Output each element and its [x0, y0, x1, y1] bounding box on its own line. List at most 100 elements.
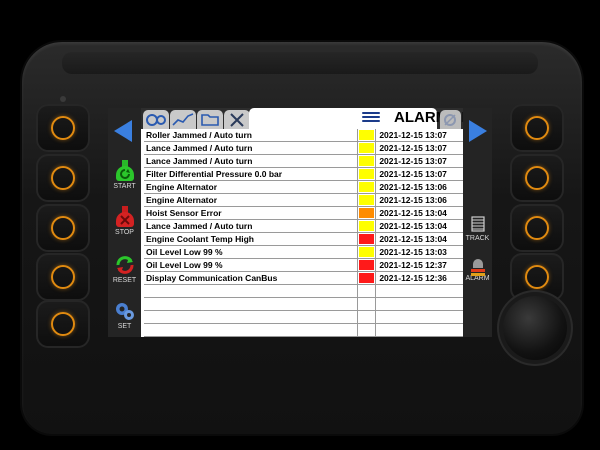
hw-button-left-2[interactable] [36, 154, 90, 202]
alarm-table-container: Roller Jammed / Auto turn 2021-12-15 13:0… [141, 129, 463, 337]
alarm-timestamp: 2021-12-15 13:04 [375, 232, 463, 246]
table-row[interactable]: Oil Level Low 99 % 2021-12-15 12:37 [144, 258, 463, 272]
gears-icon [114, 300, 136, 322]
table-row[interactable]: Display Communication CanBus 2021-12-15 1… [144, 271, 463, 285]
table-row[interactable]: Engine Alternator 2021-12-15 13:06 [144, 180, 463, 194]
folder-icon [201, 114, 219, 126]
alarm-timestamp: 2021-12-15 13:07 [375, 154, 463, 168]
hw-button-right-2[interactable] [510, 154, 564, 202]
severity-swatch [359, 169, 375, 179]
empty-row [144, 297, 463, 311]
ring-icon [51, 312, 75, 336]
disabled-gear-icon [444, 114, 456, 126]
severity-swatch [359, 195, 375, 205]
alarm-message: Oil Level Low 99 % [144, 245, 359, 259]
ring-icon [525, 166, 549, 190]
alarm-message: Lance Jammed / Auto turn [144, 219, 359, 233]
hw-button-left-1[interactable] [36, 104, 90, 152]
alarm-timestamp: 2021-12-15 13:04 [375, 206, 463, 220]
severity-swatch [359, 208, 375, 218]
start-icon [114, 160, 136, 182]
empty-row [144, 284, 463, 298]
alarm-bell-icon [468, 254, 488, 276]
hw-button-left-3[interactable] [36, 204, 90, 252]
tab-trend[interactable] [170, 110, 196, 129]
hw-button-right-4[interactable] [510, 253, 564, 301]
severity-indicator [357, 167, 377, 181]
severity-swatch [359, 182, 375, 192]
table-row[interactable]: Engine Coolant Temp High 2021-12-15 13:04 [144, 232, 463, 246]
alarm-timestamp: 2021-12-15 13:04 [375, 219, 463, 233]
ring-icon [51, 166, 75, 190]
hw-button-left-4[interactable] [36, 253, 90, 301]
table-row[interactable]: Oil Level Low 99 % 2021-12-15 13:03 [144, 245, 463, 259]
alarm-message: Lance Jammed / Auto turn [144, 141, 359, 155]
hw-button-left-5[interactable] [36, 300, 90, 348]
empty-row [144, 323, 463, 337]
alarm-message: Display Communication CanBus [144, 271, 359, 285]
right-softkey-panel: TRACK ALARM [463, 108, 492, 337]
ring-icon [525, 116, 549, 140]
table-row[interactable]: Roller Jammed / Auto turn 2021-12-15 13:0… [144, 129, 463, 142]
tab-tools[interactable] [224, 110, 250, 129]
severity-swatch [359, 260, 375, 270]
arrow-left-icon[interactable] [114, 120, 132, 142]
tab-alarm-list[interactable]: ALARM LIST [249, 108, 485, 129]
track-softkey[interactable]: TRACK [463, 214, 492, 242]
trend-chart-icon [172, 113, 194, 126]
alarm-message: Filter Differential Pressure 0.0 bar [144, 167, 359, 181]
severity-indicator [357, 232, 377, 246]
arrow-right-icon[interactable] [469, 120, 487, 142]
severity-indicator [357, 271, 377, 285]
ring-icon [51, 265, 75, 289]
alarm-timestamp: 2021-12-15 12:37 [375, 258, 463, 272]
alarm-timestamp: 2021-12-15 13:07 [375, 129, 463, 142]
empty-row [144, 310, 463, 324]
severity-indicator [357, 180, 377, 194]
severity-swatch [359, 130, 375, 140]
severity-swatch [359, 221, 375, 231]
start-softkey[interactable]: START [108, 160, 141, 190]
severity-swatch [359, 247, 375, 257]
severity-indicator [357, 245, 377, 259]
stop-icon [114, 206, 136, 228]
rotary-knob[interactable] [503, 296, 567, 360]
alarm-timestamp: 2021-12-15 13:03 [375, 245, 463, 259]
alarm-message: Hoist Sensor Error [144, 206, 359, 220]
table-row[interactable]: Lance Jammed / Auto turn 2021-12-15 13:07 [144, 154, 463, 168]
alarm-message: Roller Jammed / Auto turn [144, 129, 359, 142]
tab-gears[interactable] [143, 110, 169, 129]
stop-softkey[interactable]: STOP [108, 206, 141, 236]
table-row[interactable]: Engine Alternator 2021-12-15 13:06 [144, 193, 463, 207]
alarm-message: Oil Level Low 99 % [144, 258, 359, 272]
track-icon [468, 214, 488, 234]
hw-button-right-1[interactable] [510, 104, 564, 152]
status-led [60, 96, 66, 102]
tools-icon [230, 113, 244, 127]
start-label: START [113, 183, 136, 190]
tab-folder[interactable] [197, 110, 223, 129]
reset-softkey[interactable]: RESET [108, 254, 141, 284]
severity-indicator [357, 154, 377, 168]
ring-icon [525, 265, 549, 289]
track-label: TRACK [465, 235, 490, 242]
alarm-softkey[interactable]: ALARM [463, 254, 492, 282]
table-row[interactable]: Filter Differential Pressure 0.0 bar 2021… [144, 167, 463, 181]
hw-button-right-3[interactable] [510, 204, 564, 252]
severity-swatch [359, 234, 375, 244]
severity-swatch [359, 143, 375, 153]
severity-swatch [359, 273, 375, 283]
alarm-timestamp: 2021-12-15 13:06 [375, 193, 463, 207]
table-row[interactable]: Hoist Sensor Error 2021-12-15 13:04 [144, 206, 463, 220]
severity-indicator [357, 206, 377, 220]
list-icon [362, 112, 380, 125]
bezel-top-strip [62, 52, 538, 74]
stop-label: STOP [115, 229, 134, 236]
table-row[interactable]: Lance Jammed / Auto turn 2021-12-15 13:07 [144, 141, 463, 155]
ring-icon [51, 116, 75, 140]
table-row[interactable]: Lance Jammed / Auto turn 2021-12-15 13:04 [144, 219, 463, 233]
severity-indicator [357, 219, 377, 233]
gears-icon [146, 114, 166, 126]
severity-indicator [357, 258, 377, 272]
set-softkey[interactable]: SET [108, 300, 141, 330]
